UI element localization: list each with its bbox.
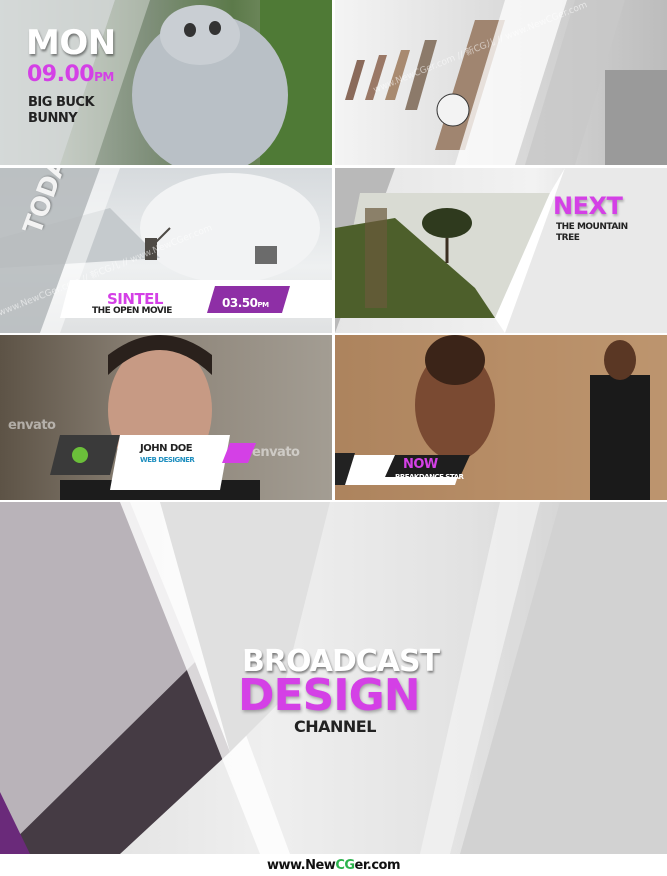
panel-next-mountain-tree: NEXT THE MOUNTAIN TREE bbox=[335, 168, 667, 333]
air-time-value: 03.50 bbox=[222, 296, 258, 310]
panel-john-doe: envato envato JOHN DOE WEB DESIGNER bbox=[0, 335, 332, 500]
show-title-line1: BIG BUCK bbox=[28, 95, 95, 110]
footer-brand: www.NewCGer.com bbox=[0, 854, 667, 876]
footer-brand-cg: CG bbox=[335, 858, 355, 873]
panel-today-sintel: TODAY SINTEL THE OPEN MOVIE 03.50PM www.… bbox=[0, 168, 332, 333]
title-channel: CHANNEL bbox=[294, 717, 376, 736]
footer-prefix: www. bbox=[266, 858, 306, 873]
next-heading: NEXT bbox=[553, 192, 623, 220]
panel-mon-big-buck-bunny: MON 09.00PM BIG BUCK BUNNY bbox=[0, 0, 332, 165]
envato-watermark: envato bbox=[8, 418, 56, 433]
person-name: JOHN DOE bbox=[140, 443, 193, 454]
day-label: MON bbox=[26, 23, 116, 63]
time-value: 09.00 bbox=[27, 62, 95, 87]
now-subtitle: BREAKDANCE STAR bbox=[395, 473, 464, 481]
next-title-line1: THE MOUNTAIN bbox=[556, 222, 628, 232]
time-suffix: PM bbox=[94, 70, 114, 84]
panel-soccer-strips: www.NewCGer.com // 新CG儿 // www.NewCGer.c… bbox=[335, 0, 667, 165]
footer-brand-new: New bbox=[305, 858, 336, 873]
envato-watermark-right: envato bbox=[252, 445, 300, 460]
now-heading: NOW bbox=[403, 457, 438, 472]
panel-now-breakdance: NOW BREAKDANCE STAR bbox=[335, 335, 667, 500]
show-title-line2: BUNNY bbox=[28, 111, 78, 126]
footer-suffix: .com bbox=[366, 858, 401, 873]
time-row: 09.00PM bbox=[27, 62, 114, 87]
person-role: WEB DESIGNER bbox=[140, 456, 195, 464]
footer-brand-er: er bbox=[354, 858, 368, 873]
movie-subtitle: THE OPEN MOVIE bbox=[92, 306, 172, 316]
title-design: DESIGN bbox=[238, 670, 421, 721]
panel-broadcast-design: BROADCAST DESIGN CHANNEL bbox=[0, 502, 667, 854]
air-time-suffix: PM bbox=[257, 301, 269, 309]
breakdance-scene-image bbox=[335, 335, 667, 500]
air-time: 03.50PM bbox=[222, 292, 269, 311]
next-title-line2: TREE bbox=[556, 233, 580, 243]
